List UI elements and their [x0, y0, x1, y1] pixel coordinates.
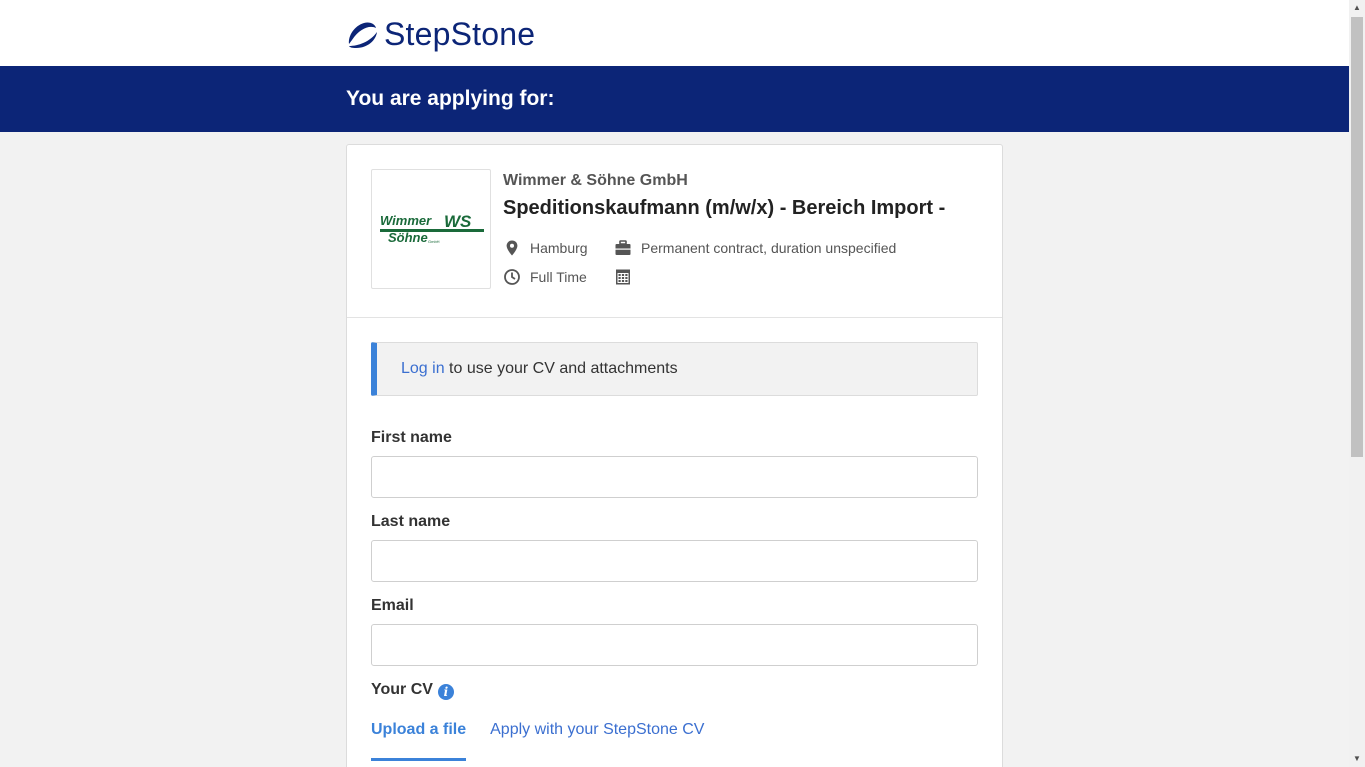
job-summary: Wimmer Söhne WS GmbH Wimmer & Söhne GmbH…: [347, 145, 1002, 318]
scrollbar-thumb[interactable]: [1351, 17, 1363, 457]
applying-banner: [0, 66, 1349, 132]
tab-upload-file[interactable]: Upload a file: [371, 721, 467, 761]
calendar-icon: [616, 269, 630, 285]
scroll-up-icon[interactable]: ▲: [1349, 0, 1365, 16]
cv-tabs: Upload a file Apply with your StepStone …: [371, 721, 728, 761]
first-name-label: First name: [371, 429, 452, 446]
svg-text:Wimmer: Wimmer: [380, 213, 432, 228]
login-notice-message: to use your CV and attachments: [444, 360, 678, 377]
clock-icon: [504, 269, 520, 285]
tab-stepstone-cv[interactable]: Apply with your StepStone CV: [490, 721, 704, 761]
company-logo: Wimmer Söhne WS GmbH: [371, 169, 491, 289]
job-title: Speditionskaufmann (m/w/x) - Bereich Imp…: [503, 197, 946, 219]
svg-text:GmbH: GmbH: [428, 239, 440, 244]
job-contract-text: Permanent contract, duration unspecified: [641, 240, 897, 256]
last-name-field[interactable]: [371, 540, 978, 582]
stepstone-logo[interactable]: StepStone: [346, 17, 535, 51]
job-hours: Full Time: [503, 268, 587, 286]
stepstone-logo-icon: [348, 22, 377, 48]
company-name[interactable]: Wimmer & Söhne GmbH: [503, 172, 688, 190]
svg-text:WS: WS: [444, 212, 472, 231]
banner-title: You are applying for:: [346, 87, 555, 110]
job-location-text: Hamburg: [530, 240, 588, 256]
login-notice-text: Log in to use your CV and attachments: [401, 360, 678, 378]
svg-text:Söhne: Söhne: [388, 230, 428, 245]
job-contract: Permanent contract, duration unspecified: [614, 239, 896, 257]
job-hours-text: Full Time: [530, 269, 587, 285]
last-name-label: Last name: [371, 513, 451, 530]
map-pin-icon: [506, 240, 518, 256]
briefcase-icon: [615, 240, 631, 255]
top-bar: [0, 0, 1349, 66]
company-logo-image: Wimmer Söhne WS GmbH: [380, 212, 484, 245]
application-card: Wimmer Söhne WS GmbH Wimmer & Söhne GmbH…: [346, 144, 1003, 767]
email-label: Email: [371, 597, 414, 614]
job-calendar: [614, 268, 641, 286]
first-name-field[interactable]: [371, 456, 978, 498]
logo-text: StepStone: [384, 16, 536, 52]
scroll-down-icon[interactable]: ▼: [1349, 751, 1365, 767]
job-location: Hamburg: [503, 239, 588, 257]
login-link[interactable]: Log in: [401, 360, 445, 377]
login-notice: Log in to use your CV and attachments: [371, 342, 978, 396]
cv-label-row: Your CV i: [371, 681, 454, 700]
cv-label: Your CV: [371, 681, 433, 698]
info-icon[interactable]: i: [437, 684, 454, 700]
email-field[interactable]: [371, 624, 978, 666]
